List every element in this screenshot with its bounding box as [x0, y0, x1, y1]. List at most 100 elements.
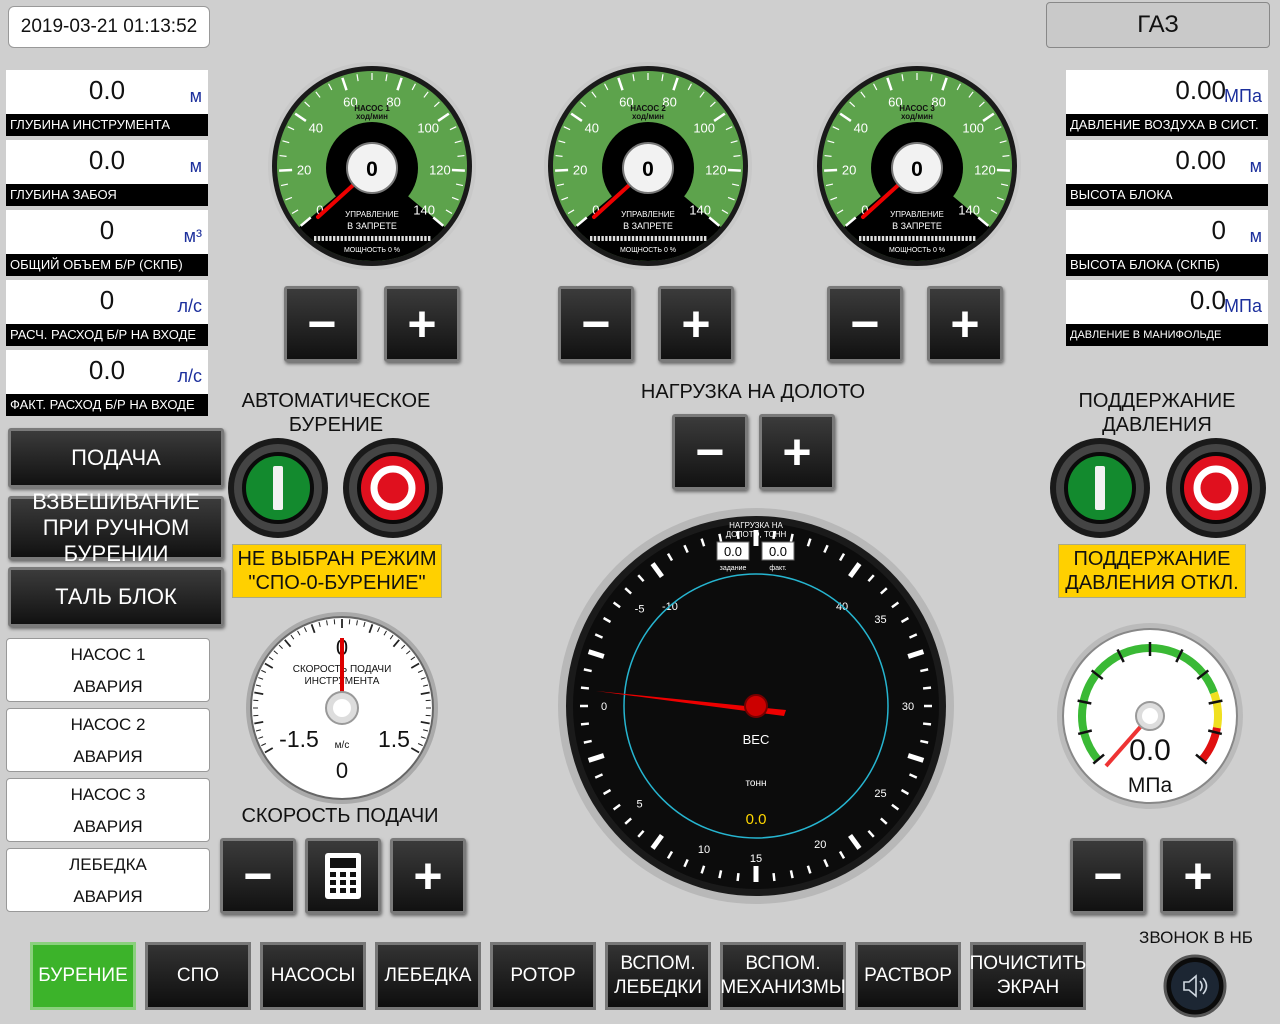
feed-speed-title: СКОРОСТЬ ПОДАЧИ: [241, 805, 439, 827]
pump-value: 0: [642, 158, 654, 181]
tab-drilling[interactable]: БУРЕНИЕ: [30, 942, 136, 1010]
power-bar-segment: [321, 236, 324, 241]
gauge-tick: [583, 739, 592, 744]
power-bar-segment: [647, 236, 650, 241]
tab-rotor[interactable]: РОТОР: [490, 942, 596, 1010]
power-on-icon: [1095, 466, 1105, 510]
pump-2-plus-button[interactable]: +: [658, 286, 734, 362]
gauge-scale-label: 120: [429, 162, 451, 177]
power-bar-segment: [969, 236, 972, 241]
gauge-scale-label: 100: [962, 121, 984, 136]
power-bar-segment: [409, 236, 412, 241]
power-bar-segment: [348, 236, 351, 241]
pressure-hold-start-button[interactable]: [1048, 436, 1152, 540]
pump-status-1: УПРАВЛЕНИЕ: [890, 210, 944, 219]
readout-unit: м³: [183, 226, 202, 246]
alarm-state: АВАРИЯ: [73, 887, 143, 906]
feed-button[interactable]: ПОДАЧА: [8, 428, 224, 488]
gauge-scale-label: 25: [874, 788, 886, 800]
bell-label: ЗВОНОК В НБ: [1139, 928, 1253, 947]
power-bar-segment: [317, 236, 321, 241]
tab-mud[interactable]: РАСТВОР: [855, 942, 961, 1010]
gauge-scale-label: 35: [874, 614, 886, 626]
power-bar-segment: [401, 236, 404, 241]
feed-speed-minus-button[interactable]: −: [220, 838, 296, 914]
pressure-hold-stop-button[interactable]: [1164, 436, 1268, 540]
power-bar-segment: [367, 236, 370, 241]
readout-unit: м: [189, 86, 202, 106]
pump-3-plus-button[interactable]: +: [927, 286, 1003, 362]
pump-1-plus-button[interactable]: +: [384, 286, 460, 362]
readout-value: 0.0: [88, 75, 126, 105]
auto-drilling-stop-button[interactable]: [341, 436, 445, 540]
power-bar-segment: [428, 236, 431, 241]
power-bar-segment: [412, 236, 416, 241]
gauge-scale-label: -1.5: [279, 726, 319, 752]
tab-winch[interactable]: ЛЕБЕДКА: [375, 942, 481, 1010]
pump-value: 0: [366, 158, 378, 181]
power-bar-segment: [631, 236, 635, 241]
power-bar-segment: [862, 236, 866, 241]
bit-load-title: НАГРУЗКА НА ДОЛОТО: [640, 381, 866, 403]
readout-block-height-skpb: 0 м ВЫСОТА БЛОКА (СКПБ): [1066, 210, 1268, 276]
power-bar-segment: [371, 236, 374, 241]
alarm-state: АВАРИЯ: [73, 817, 143, 836]
pump-3-minus-button[interactable]: −: [827, 286, 903, 362]
power-bar-segment: [923, 236, 926, 241]
power-bar-segment: [643, 236, 646, 241]
gauge-scale-label: 40: [309, 121, 323, 136]
readout-calc-flow: 0 л/с РАСЧ. РАСХОД Б/Р НА ВХОДЕ: [6, 280, 208, 346]
bell-button[interactable]: [1160, 952, 1230, 1018]
talblock-button[interactable]: ТАЛЬ БЛОК: [8, 567, 224, 627]
pressure-minus-button[interactable]: −: [1070, 838, 1146, 914]
bit-load-minus-button[interactable]: −: [672, 414, 748, 490]
pump-power: МОЩНОСТЬ 0 %: [344, 247, 400, 254]
power-bar-segment: [935, 236, 938, 241]
pump-1-minus-button[interactable]: −: [284, 286, 360, 362]
pressure-plus-button[interactable]: +: [1160, 838, 1236, 914]
gauge-scale-label: 20: [842, 162, 856, 177]
gauge-tick: [279, 168, 293, 172]
pressure-hold-title: ПОДДЕРЖАНИЕ ДАВЛЕНИЯ: [1078, 390, 1236, 436]
power-bar-segment: [666, 236, 669, 241]
alarm-name: НАСОС 3: [70, 785, 146, 804]
power-bar-segment: [359, 236, 362, 241]
weight-unit: тонн: [745, 778, 766, 789]
tab-tripping[interactable]: СПО: [145, 942, 251, 1010]
readout-label: ГЛУБИНА ИНСТРУМЕНТА: [6, 114, 208, 136]
pump-3-gauge: 0 20 40 60 80 100 120 140 НАСОС 3 ход/мин 0 УПРАВЛЕ…: [811, 60, 1023, 272]
gauge-unit: м/с: [335, 740, 350, 751]
pump-status-2: В ЗАПРЕТЕ: [892, 221, 942, 231]
gauge-scale-label: 140: [689, 203, 711, 218]
power-bar-segment: [344, 236, 347, 241]
alarm-name: НАСОС 2: [70, 715, 146, 734]
power-bar-segment: [885, 236, 888, 241]
power-bar-segment: [681, 236, 684, 241]
feed-speed-plus-button[interactable]: +: [390, 838, 466, 914]
alarm-state: АВАРИЯ: [73, 677, 143, 696]
power-bar-segment: [325, 236, 328, 241]
gauge-scale-label: 20: [573, 162, 587, 177]
power-bar-segment: [597, 236, 600, 241]
gauge-tick: [718, 533, 723, 542]
power-bar-segment: [620, 236, 623, 241]
readout-value: 0.0: [88, 145, 126, 175]
gauge-scale-label: 20: [297, 162, 311, 177]
gas-button[interactable]: ГАЗ: [1046, 2, 1270, 48]
readout-label: ГЛУБИНА ЗАБОЯ: [6, 184, 208, 206]
auto-drilling-start-button[interactable]: [226, 436, 330, 540]
tab-aux-winches[interactable]: ВСПОМ. ЛЕБЕДКИ: [605, 942, 711, 1010]
feed-speed-calculator-button[interactable]: [305, 838, 381, 914]
gauge-tick: [555, 154, 563, 157]
weighing-manual-drilling-button[interactable]: ВЗВЕШИВАНИЕ ПРИ РУЧНОМ БУРЕНИИ: [8, 489, 224, 566]
power-bar-segment: [961, 236, 964, 241]
pump-2-minus-button[interactable]: −: [558, 286, 634, 362]
clear-screen-button[interactable]: ПОЧИСТИТЬ ЭКРАН: [970, 942, 1086, 1010]
tab-aux-mechanisms[interactable]: ВСПОМ. МЕХАНИЗМЫ: [720, 942, 846, 1010]
gauge-scale-label: 100: [417, 121, 439, 136]
tab-pumps[interactable]: НАСОСЫ: [260, 942, 366, 1010]
bit-load-plus-button[interactable]: +: [759, 414, 835, 490]
power-bar-segment: [658, 236, 661, 241]
gauge-tick: [555, 168, 569, 172]
power-bar-segment: [673, 236, 676, 241]
